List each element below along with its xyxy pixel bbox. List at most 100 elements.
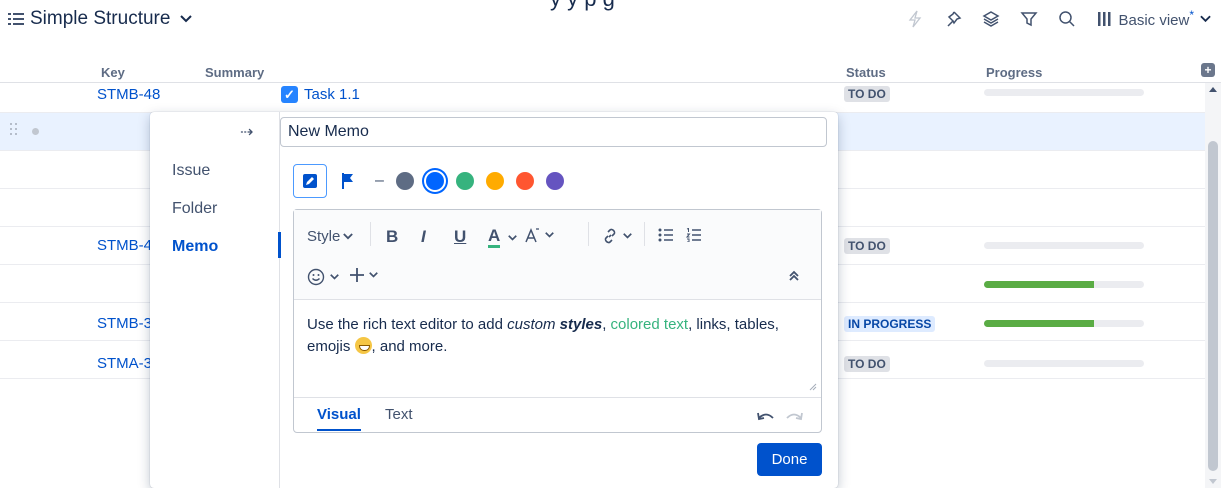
text-format-icon	[525, 228, 539, 243]
type-option-issue[interactable]: Issue	[172, 162, 210, 180]
structure-title-menu[interactable]: Simple Structure	[8, 8, 193, 30]
type-option-memo[interactable]: Memo	[172, 238, 218, 256]
view-modified-marker: *	[1189, 8, 1194, 22]
summary-text[interactable]: Task 1.1	[304, 86, 360, 103]
structure-icon	[8, 13, 24, 25]
clipped-heading-text: y y p g	[550, 0, 615, 12]
row-bullet-icon	[32, 128, 39, 135]
redo-icon[interactable]	[785, 410, 803, 422]
chevron-down-icon	[1200, 15, 1211, 22]
chevron-down-icon	[545, 232, 554, 238]
search-icon[interactable]	[1058, 10, 1076, 28]
progress-bar	[984, 89, 1144, 96]
emoji-dropdown[interactable]	[307, 268, 339, 286]
bullet-list-icon	[658, 228, 673, 242]
color-option-purple[interactable]	[545, 172, 564, 190]
type-option-folder[interactable]: Folder	[172, 200, 217, 218]
rich-text-editor: Style B I U A Use the rich text editor t…	[293, 209, 822, 433]
done-button[interactable]: Done	[757, 443, 822, 476]
layers-icon[interactable]	[982, 10, 1000, 28]
numbered-list-icon	[686, 228, 701, 242]
chevron-down-icon	[369, 272, 378, 278]
body-bold-italic-text: styles	[559, 316, 603, 333]
editor-toolbar: Style B I U A	[294, 210, 821, 300]
link-dropdown[interactable]	[601, 227, 632, 245]
bullet-list-button[interactable]	[658, 228, 674, 242]
color-option-yellow[interactable]	[485, 172, 504, 190]
progress-bar	[984, 281, 1144, 288]
column-header-progress[interactable]: Progress	[986, 65, 1042, 80]
status-badge: IN PROGRESS	[844, 316, 936, 332]
body-colored-text: colored text	[610, 316, 689, 333]
lightning-icon[interactable]	[906, 10, 924, 28]
memo-title-input[interactable]	[280, 117, 827, 147]
memo-icon-color-picker: –	[293, 164, 564, 198]
summary-cell[interactable]: ✓ Task 1.1	[281, 86, 360, 103]
table-header: Key Summary Status Progress +	[0, 63, 1221, 83]
pin-icon[interactable]	[944, 10, 962, 28]
view-selector[interactable]: Basic view*	[1096, 8, 1211, 29]
tab-text[interactable]: Text	[385, 406, 413, 423]
columns-icon	[1098, 11, 1111, 26]
progress-bar	[984, 242, 1144, 249]
italic-button[interactable]: I	[421, 227, 426, 247]
column-header-status[interactable]: Status	[846, 65, 886, 80]
insert-dropdown[interactable]	[349, 267, 378, 283]
collapse-toolbar-button[interactable]	[788, 270, 800, 282]
color-option-green[interactable]	[455, 172, 474, 190]
issue-key-link[interactable]: STMB-3	[97, 315, 152, 332]
body-text: Use the rich text editor to add	[307, 316, 508, 333]
memo-icon-button[interactable]	[293, 164, 327, 198]
style-dropdown[interactable]: Style	[307, 228, 354, 245]
issue-key-link[interactable]: STMB-4	[97, 237, 152, 254]
chevron-down-icon	[343, 233, 354, 240]
column-header-summary[interactable]: Summary	[205, 65, 264, 80]
column-header-key[interactable]: Key	[101, 65, 125, 80]
active-type-indicator	[278, 232, 281, 258]
progress-bar	[984, 320, 1144, 327]
arrow-right-icon: ⇢	[240, 124, 254, 141]
add-column-button[interactable]: +	[1201, 63, 1215, 77]
color-option-grey[interactable]	[395, 172, 414, 190]
flag-icon[interactable]	[341, 172, 355, 190]
table-row[interactable]: STMB-48 ✓ Task 1.1 TO DO	[0, 83, 1205, 113]
color-option-blue[interactable]	[425, 172, 444, 190]
numbered-list-button[interactable]	[686, 228, 702, 242]
status-badge: TO DO	[844, 86, 890, 102]
undo-icon[interactable]	[757, 410, 775, 422]
color-option-red[interactable]	[515, 172, 534, 190]
new-item-popup: ⇢ Issue Folder Memo – Style B I U A	[150, 112, 838, 488]
body-text: , and more.	[371, 338, 448, 355]
link-icon	[604, 228, 616, 244]
underline-button[interactable]: U	[454, 227, 466, 247]
scroll-down-icon[interactable]	[1209, 479, 1217, 484]
status-badge: TO DO	[844, 356, 890, 372]
progress-bar	[984, 360, 1144, 367]
double-chevron-up-icon	[789, 270, 799, 281]
editor-content[interactable]: Use the rich text editor to add custom s…	[307, 314, 812, 358]
chevron-down-icon	[330, 274, 339, 280]
structure-title: Simple Structure	[30, 8, 171, 29]
smile-icon	[307, 268, 325, 286]
no-color-option[interactable]: –	[375, 172, 384, 190]
view-label: Basic view	[1118, 12, 1190, 29]
text-color-button[interactable]: A	[488, 227, 501, 248]
vertical-scrollbar[interactable]	[1205, 83, 1221, 488]
text-format-dropdown[interactable]	[524, 226, 554, 244]
grin-emoji-icon	[354, 337, 372, 354]
scrollbar-thumb[interactable]	[1208, 141, 1218, 471]
bold-button[interactable]: B	[386, 227, 398, 247]
edit-note-icon	[303, 174, 317, 188]
tab-visual[interactable]: Visual	[317, 406, 361, 431]
resize-grip-icon[interactable]	[809, 383, 817, 391]
chevron-down-icon	[180, 15, 193, 23]
plus-icon	[350, 268, 364, 282]
filter-icon[interactable]	[1020, 10, 1039, 28]
chevron-down-icon[interactable]	[508, 235, 517, 241]
item-type-list: ⇢ Issue Folder Memo	[150, 112, 281, 488]
scroll-up-icon[interactable]	[1209, 87, 1217, 92]
issue-key-link[interactable]: STMA-3	[97, 355, 152, 372]
drag-handle-icon[interactable]	[10, 123, 20, 139]
issue-key-link[interactable]: STMB-48	[97, 86, 160, 103]
style-label: Style	[307, 228, 341, 245]
